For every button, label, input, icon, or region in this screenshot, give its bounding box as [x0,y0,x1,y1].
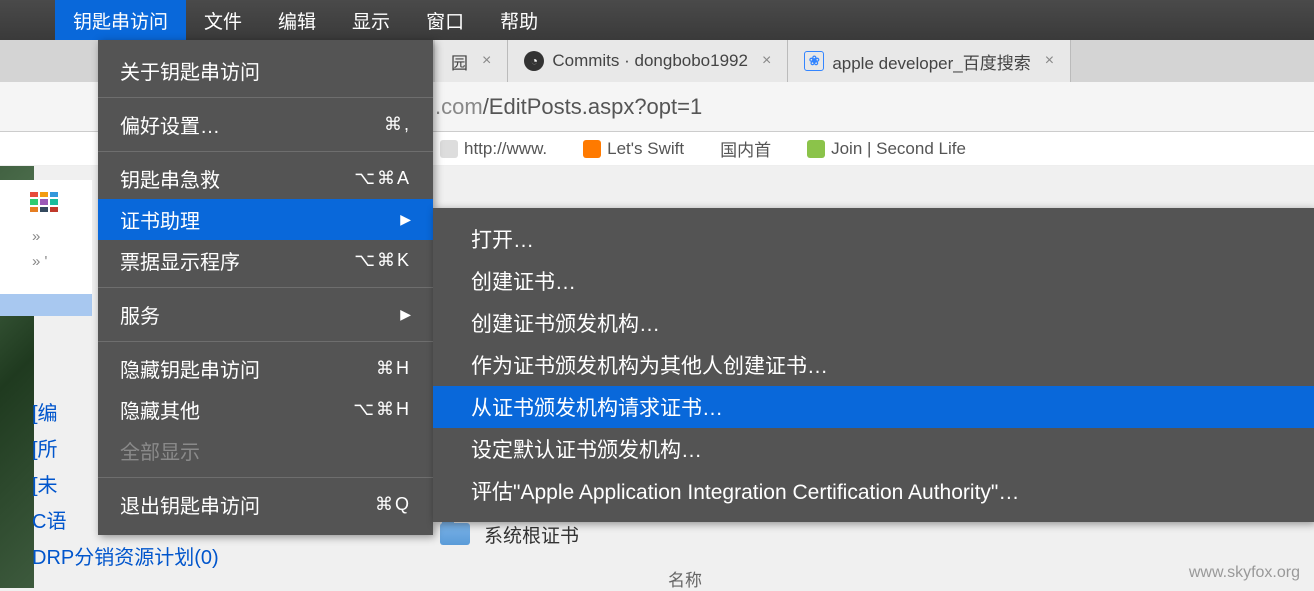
cert-assistant-submenu: 打开… 创建证书… 创建证书颁发机构… 作为证书颁发机构为其他人创建证书… 从证… [433,208,1314,522]
app-menu-dropdown: 关于钥匙串访问 偏好设置…⌘, 钥匙串急救⌥⌘A 证书助理▶ 票据显示程序⌥⌘K… [98,40,433,535]
menu-about[interactable]: 关于钥匙串访问 [98,50,433,91]
close-icon[interactable]: × [482,52,491,70]
shortcut-label: ⌥⌘H [353,399,411,420]
selection-bar [0,294,92,316]
url-path: /EditPosts.aspx?opt=1 [483,94,703,120]
browser-tab[interactable]: 园 × [435,40,508,82]
bookmark-item[interactable]: http://www. [440,139,547,159]
menubar: 钥匙串访问 文件 编辑 显示 窗口 帮助 [0,0,1314,40]
url-domain: .com [435,94,483,120]
bookmark-icon [583,140,601,158]
submenu-create-ca[interactable]: 创建证书颁发机构… [433,302,1314,344]
submenu-arrow-icon: ▶ [400,306,411,323]
bookmark-icon [440,140,458,158]
submenu-request-from-ca[interactable]: 从证书颁发机构请求证书… [433,386,1314,428]
close-icon[interactable]: × [1045,52,1054,70]
chevron-right-icon[interactable]: » [0,224,92,249]
bookmark-item[interactable]: Let's Swift [583,139,684,159]
chevron-right-icon[interactable]: » ' [0,249,92,274]
menu-preferences[interactable]: 偏好设置…⌘, [98,104,433,145]
sidebar-left: » » ' [0,180,92,316]
watermark-text: www.skyfox.org [1189,564,1300,582]
menubar-view[interactable]: 显示 [334,0,408,40]
browser-tab[interactable]: ❀ apple developer_百度搜索 × [788,40,1071,82]
github-icon: ◔ [524,51,544,71]
menu-separator [98,477,433,478]
submenu-set-default-ca[interactable]: 设定默认证书颁发机构… [433,428,1314,470]
apps-grid-icon[interactable] [30,192,58,212]
browser-tab[interactable]: ◔ Commits · dongbobo1992 × [508,40,788,82]
bookmark-icon [807,140,825,158]
menubar-help[interactable]: 帮助 [482,0,556,40]
menu-separator [98,97,433,98]
menu-hide[interactable]: 隐藏钥匙串访问⌘H [98,348,433,389]
menubar-file[interactable]: 文件 [186,0,260,40]
shortcut-label: ⌘H [376,358,411,379]
menubar-edit[interactable]: 编辑 [260,0,334,40]
bookmark-item[interactable]: Join | Second Life [807,139,966,159]
tab-label: 园 [451,49,468,74]
tab-label: Commits · dongbobo1992 [552,51,748,71]
menubar-window[interactable]: 窗口 [408,0,482,40]
folder-icon [440,523,470,545]
shortcut-label: ⌥⌘K [354,250,411,271]
tab-label: apple developer_百度搜索 [832,49,1030,74]
list-link[interactable]: DRP分销资源计划(0) [32,540,219,576]
menu-hide-others[interactable]: 隐藏其他⌥⌘H [98,389,433,430]
menu-separator [98,287,433,288]
menu-cert-assistant[interactable]: 证书助理▶ [98,199,433,240]
menu-firstaid[interactable]: 钥匙串急救⌥⌘A [98,158,433,199]
menubar-app[interactable]: 钥匙串访问 [55,0,186,40]
shortcut-label: ⌘Q [375,494,411,515]
menu-quit[interactable]: 退出钥匙串访问⌘Q [98,484,433,525]
menu-services[interactable]: 服务▶ [98,294,433,335]
shortcut-label: ⌘, [384,114,411,135]
baidu-icon: ❀ [804,51,824,71]
menu-ticket-viewer[interactable]: 票据显示程序⌥⌘K [98,240,433,281]
close-icon[interactable]: × [762,52,771,70]
submenu-arrow-icon: ▶ [400,211,411,228]
shortcut-label: ⌥⌘A [354,168,411,189]
menu-show-all: 全部显示 [98,430,433,471]
submenu-evaluate[interactable]: 评估"Apple Application Integration Certifi… [433,470,1314,512]
column-header-name[interactable]: 名称 [668,566,702,591]
bookmark-item[interactable]: 国内首 [720,136,771,161]
submenu-create-for-others[interactable]: 作为证书颁发机构为其他人创建证书… [433,344,1314,386]
submenu-open[interactable]: 打开… [433,218,1314,260]
menu-separator [98,151,433,152]
menu-separator [98,341,433,342]
submenu-create-cert[interactable]: 创建证书… [433,260,1314,302]
